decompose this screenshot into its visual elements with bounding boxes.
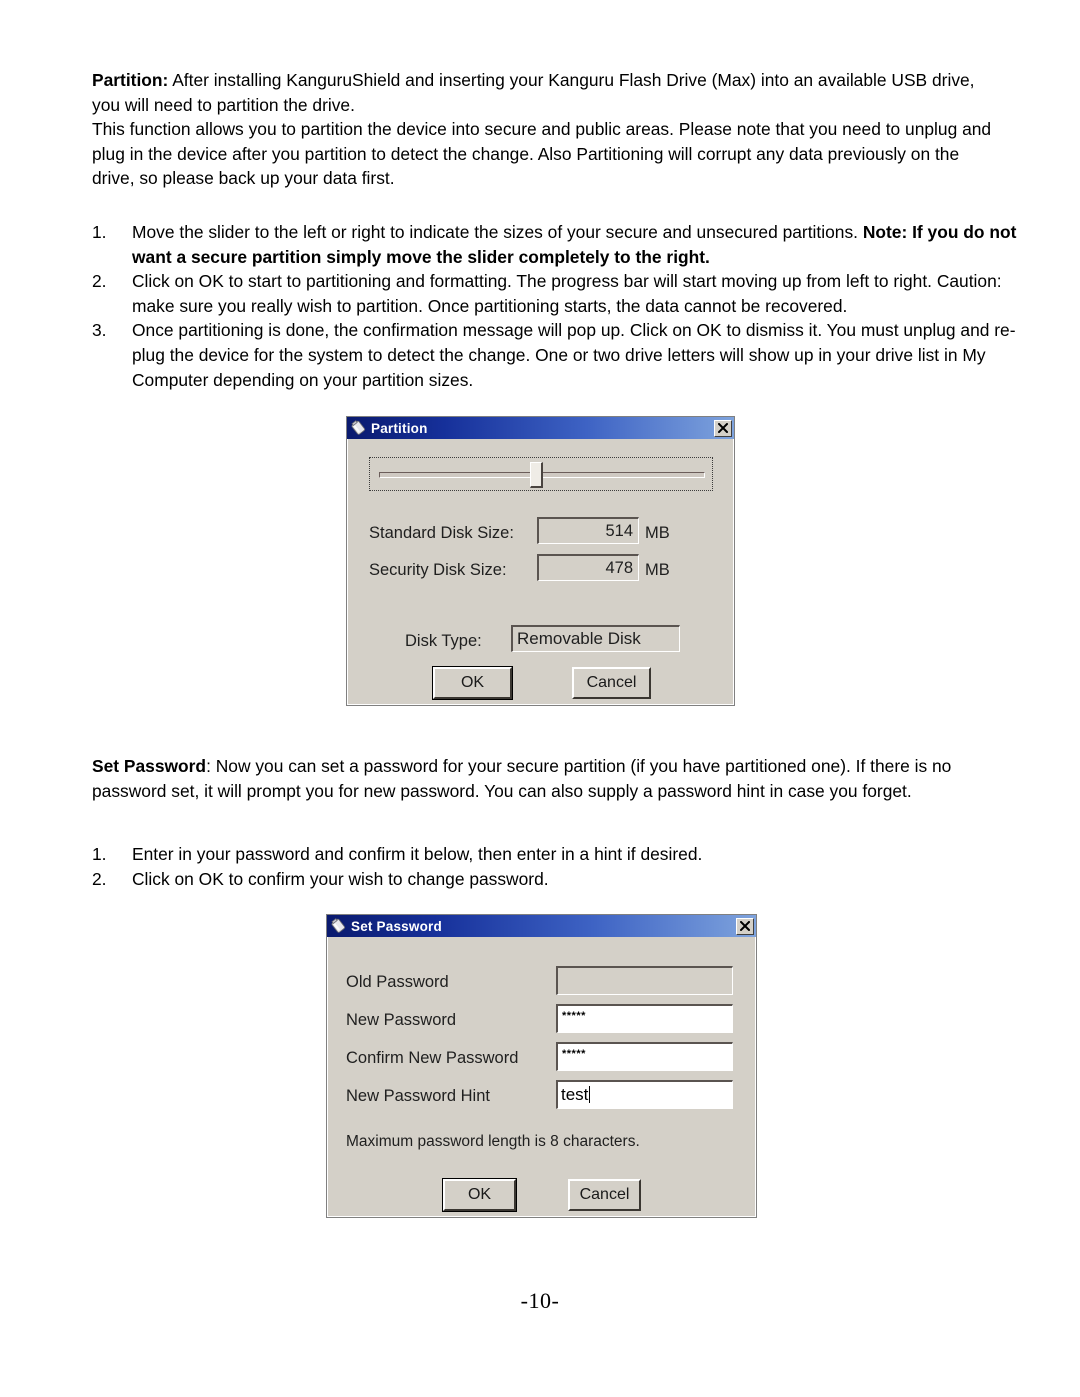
list-item: 3. Once partitioning is done, the confirm… — [92, 318, 1034, 392]
cancel-button[interactable]: Cancel — [572, 667, 651, 699]
list-item-number: 1. — [92, 222, 107, 242]
confirm-new-password-field[interactable]: ***** — [556, 1042, 733, 1071]
list-item-text: Click on OK to confirm your wish to chan… — [132, 868, 549, 889]
new-password-hint-label: New Password Hint — [346, 1087, 490, 1105]
cancel-button-label: Cancel — [579, 1186, 630, 1203]
partition-intro-paragraph: Partition: After installing KanguruShiel… — [92, 68, 992, 191]
security-disk-size-unit: MB — [645, 561, 670, 579]
old-password-label: Old Password — [346, 973, 449, 991]
disk-type-field[interactable]: Removable Disk — [511, 625, 680, 652]
list-item-number: 2. — [92, 868, 107, 889]
list-item-text: Move the slider to the left or right to … — [132, 222, 863, 242]
password-length-note: Maximum password length is 8 characters. — [346, 1133, 640, 1150]
list-item-text: Click on OK to start to partitioning and… — [132, 271, 1002, 316]
setpassword-steps-list: 1. Enter in your password and confirm it … — [92, 842, 1034, 891]
ok-button-label: OK — [460, 674, 485, 691]
partition-dialog-title: Partition — [371, 420, 428, 436]
close-icon[interactable] — [714, 419, 732, 437]
partition-dialog-body: Standard Disk Size: 514 MB Security Disk… — [347, 439, 734, 705]
partition-lead-label: Partition: — [92, 70, 169, 90]
security-disk-size-field[interactable]: 478 — [537, 554, 639, 581]
slider-thumb[interactable] — [530, 462, 543, 488]
set-password-dialog-titlebar[interactable]: Set Password — [327, 915, 756, 937]
ok-button-label: OK — [467, 1186, 492, 1203]
close-icon[interactable] — [736, 917, 754, 935]
list-item: 1. Move the slider to the left or right t… — [92, 220, 1034, 269]
security-disk-size-label: Security Disk Size: — [369, 561, 507, 579]
partition-steps-list: 1. Move the slider to the left or right t… — [92, 220, 1034, 392]
setpassword-intro-text: : Now you can set a password for your se… — [92, 756, 952, 801]
standard-disk-size-field[interactable]: 514 — [537, 517, 639, 544]
partition-dialog-titlebar[interactable]: Partition — [347, 417, 734, 439]
list-item: 1. Enter in your password and confirm it … — [92, 842, 1034, 867]
list-item-number: 3. — [92, 320, 107, 341]
new-password-label: New Password — [346, 1011, 457, 1029]
confirm-new-password-label: Confirm New Password — [346, 1049, 519, 1067]
old-password-field[interactable] — [556, 966, 733, 995]
set-password-dialog-body: Old Password New Password ***** Confirm … — [327, 937, 756, 1217]
partition-intro-text-2: This function allows you to partition th… — [92, 119, 992, 189]
new-password-hint-value: test — [561, 1085, 589, 1104]
standard-disk-size-value: 514 — [605, 522, 633, 540]
set-password-dialog-title: Set Password — [351, 918, 442, 934]
partition-intro-text: After installing KanguruShield and inser… — [92, 70, 975, 115]
list-item-number: 1. — [92, 844, 107, 864]
new-password-value: ***** — [562, 1010, 586, 1022]
security-disk-size-value: 478 — [605, 559, 633, 577]
confirm-new-password-value: ***** — [562, 1048, 586, 1060]
list-item-number: 2. — [92, 271, 107, 292]
ok-button[interactable]: OK — [443, 1179, 516, 1211]
text-caret — [589, 1086, 591, 1103]
new-password-hint-field[interactable]: test — [556, 1080, 733, 1109]
usb-flash-drive-icon — [350, 420, 367, 436]
cancel-button[interactable]: Cancel — [568, 1179, 641, 1211]
partition-dialog[interactable]: Partition Standard Disk Size: 514 MB Sec… — [346, 416, 735, 706]
list-item: 2. Click on OK to start to partitioning a… — [92, 269, 1034, 318]
standard-disk-size-label: Standard Disk Size: — [369, 524, 514, 542]
list-item-text: Once partitioning is done, the confirmat… — [132, 320, 1016, 390]
standard-disk-size-unit: MB — [645, 524, 670, 542]
new-password-field[interactable]: ***** — [556, 1004, 733, 1033]
set-password-dialog[interactable]: Set Password Old Password New Password *… — [326, 914, 757, 1218]
setpassword-lead-label: Set Password — [92, 756, 207, 776]
list-item-text: Enter in your password and confirm it be… — [132, 844, 703, 864]
page-number: -10- — [520, 1288, 560, 1313]
usb-flash-drive-icon — [330, 918, 347, 934]
cancel-button-label: Cancel — [586, 674, 637, 691]
list-item: 2. Click on OK to confirm your wish to ch… — [92, 867, 1034, 892]
disk-type-value: Removable Disk — [517, 629, 641, 648]
disk-type-label: Disk Type: — [405, 632, 482, 650]
ok-button[interactable]: OK — [433, 667, 512, 699]
setpassword-intro-paragraph: Set Password: Now you can set a password… — [92, 754, 992, 803]
document-page: Partition: After installing KanguruShiel… — [0, 0, 1080, 1397]
partition-size-slider[interactable] — [369, 457, 713, 491]
